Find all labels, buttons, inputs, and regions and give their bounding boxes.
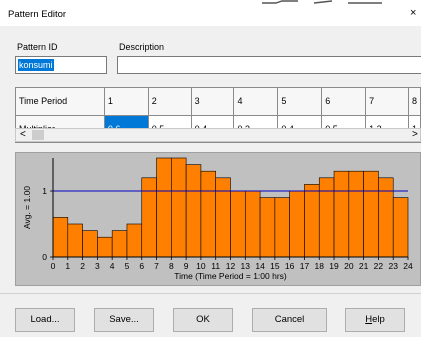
chart-bar — [230, 190, 246, 258]
chart-bar — [67, 223, 83, 258]
help-button[interactable]: Help — [345, 308, 405, 332]
period-cell: 8 — [407, 87, 421, 116]
chart-bar — [111, 230, 128, 258]
y-axis-title: Avg. = 1.00 — [22, 186, 32, 229]
time-period-label: Time Period — [15, 87, 105, 116]
chart-bar — [289, 190, 305, 258]
x-tick-label: 24 — [403, 261, 413, 271]
period-cell: 1 — [103, 87, 149, 116]
pattern-id-label: Pattern ID — [17, 42, 58, 52]
chart-bar — [363, 170, 379, 258]
divider — [0, 293, 421, 294]
x-tick-label: 8 — [169, 261, 174, 271]
pattern-chart-panel: 0 1 2 3 4 5 6 7 8 9 10 11 12 13 14 15 16 17 18 19 20 21 22 23 24… — [15, 152, 421, 286]
period-cell: 5 — [277, 87, 323, 116]
help-label: Help — [365, 314, 385, 325]
x-tick-label: 5 — [125, 261, 130, 271]
x-tick-label: 19 — [329, 261, 339, 271]
chart-bar — [156, 157, 172, 258]
x-tick-label: 17 — [300, 261, 310, 271]
x-tick-label: 15 — [270, 261, 280, 271]
period-cell: 3 — [190, 87, 235, 116]
chart-bar — [259, 197, 276, 258]
x-tick-label: 12 — [226, 261, 236, 271]
x-tick-label: 9 — [184, 261, 189, 271]
y-tick-label: 0 — [42, 252, 47, 262]
background-window-fragment — [262, 0, 382, 4]
x-tick-label: 21 — [359, 261, 369, 271]
chart-bar — [378, 177, 394, 258]
chart-bar — [126, 223, 143, 258]
x-tick-label: 16 — [285, 261, 295, 271]
description-input[interactable] — [117, 56, 421, 74]
period-cell: 7 — [365, 87, 409, 116]
x-tick-label: 14 — [255, 261, 265, 271]
chart-bar — [274, 197, 290, 258]
x-axis-title: Time (Time Period = 1:00 hrs) — [174, 271, 287, 281]
x-tick-label: 10 — [196, 261, 206, 271]
window-title: Pattern Editor — [8, 9, 67, 20]
chart-bar — [97, 236, 113, 258]
load-button[interactable]: Load... — [15, 308, 75, 332]
chart-bar — [348, 170, 364, 258]
chart-bar — [82, 230, 98, 258]
x-tick-label: 23 — [388, 261, 398, 271]
chart-bar — [244, 190, 261, 258]
time-period-row: Time Period 1 2 3 4 5 6 7 8 — [15, 87, 421, 116]
chart-bar — [52, 217, 69, 258]
x-tick-label: 3 — [95, 261, 100, 271]
chart-bar — [141, 177, 157, 258]
x-tick-label: 1 — [65, 261, 70, 271]
chart-bar — [333, 170, 350, 258]
pattern-chart: 0 1 2 3 4 5 6 7 8 9 10 11 12 13 14 15 16 17 18 19 20 21 22 23 24… — [22, 157, 413, 281]
chart-bar — [318, 177, 335, 258]
ok-button[interactable]: OK — [173, 308, 233, 332]
save-button[interactable]: Save... — [94, 308, 154, 332]
description-label: Description — [119, 42, 165, 52]
period-cell: 4 — [233, 87, 279, 116]
x-tick-label: 7 — [154, 261, 159, 271]
period-cell: 2 — [147, 87, 192, 116]
x-tick-label: 22 — [374, 261, 384, 271]
chart-bar — [215, 177, 231, 258]
x-tick-label: 13 — [241, 261, 251, 271]
scroll-right-arrow-icon[interactable]: > — [412, 129, 418, 141]
x-tick-label: 0 — [51, 261, 56, 271]
chart-bar — [200, 170, 217, 258]
cancel-button[interactable]: Cancel — [252, 308, 327, 332]
chart-bar — [392, 197, 409, 258]
y-tick-label: 1 — [42, 186, 47, 196]
x-tick-label: 18 — [315, 261, 325, 271]
x-tick-label: 6 — [139, 261, 144, 271]
period-cell: 6 — [321, 87, 367, 116]
close-icon[interactable]: × — [410, 7, 421, 19]
x-tick-label: 4 — [110, 261, 115, 271]
pattern-id-value: konsumi — [18, 59, 54, 71]
chart-bar — [304, 184, 320, 258]
chart-bar — [185, 164, 202, 258]
x-tick-label: 2 — [80, 261, 85, 271]
x-tick-label: 11 — [211, 261, 220, 271]
scrollbar-thumb[interactable] — [32, 130, 44, 140]
chart-bar — [171, 157, 187, 258]
horizontal-scrollbar[interactable]: < > — [15, 128, 421, 142]
scroll-left-arrow-icon[interactable]: < — [20, 129, 26, 141]
x-tick-label: 20 — [344, 261, 354, 271]
pattern-id-input[interactable]: konsumi — [15, 56, 107, 74]
